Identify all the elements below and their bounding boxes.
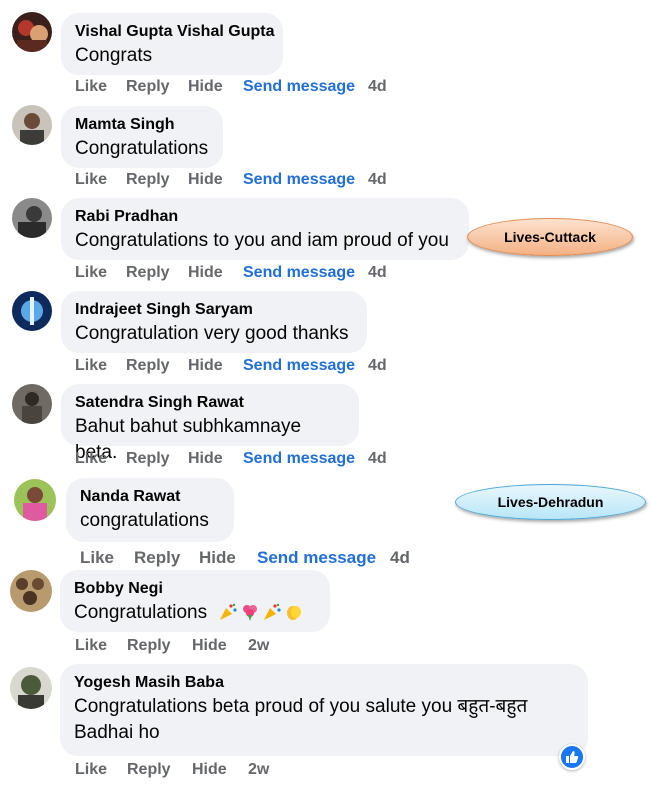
like-link[interactable]: Like xyxy=(75,357,107,375)
flower-bouquet-icon xyxy=(243,605,258,621)
like-link[interactable]: Like xyxy=(75,264,107,282)
comment-author[interactable]: Yogesh Masih Baba xyxy=(74,672,574,693)
comment-author[interactable]: Mamta Singh xyxy=(75,114,209,135)
avatar-image xyxy=(10,570,52,612)
like-link[interactable]: Like xyxy=(75,78,107,96)
avatar[interactable] xyxy=(12,12,52,52)
send-message-link[interactable]: Send message xyxy=(243,78,355,96)
callout-label: Lives-Cuttack xyxy=(504,229,596,245)
like-link[interactable]: Like xyxy=(75,450,107,468)
party-popper-icon xyxy=(264,603,281,620)
avatar-image xyxy=(12,384,52,424)
like-link[interactable]: Like xyxy=(75,637,107,655)
avatar-image xyxy=(14,479,56,521)
party-popper-icon xyxy=(220,603,237,620)
timestamp[interactable]: 2w xyxy=(248,637,269,655)
reply-link[interactable]: Reply xyxy=(126,171,170,189)
comment-text-body: Congratulations xyxy=(74,602,208,623)
like-link[interactable]: Like xyxy=(75,171,107,189)
comment-bubble: Vishal Gupta Vishal Gupta Congrats xyxy=(61,13,283,75)
reply-link[interactable]: Reply xyxy=(127,637,171,655)
timestamp[interactable]: 4d xyxy=(368,357,387,375)
hide-link[interactable]: Hide xyxy=(192,637,227,655)
avatar[interactable] xyxy=(14,479,56,521)
callout-label: Lives-Dehradun xyxy=(497,494,604,510)
timestamp[interactable]: 4d xyxy=(368,450,387,468)
timestamp[interactable]: 4d xyxy=(368,264,387,282)
hide-link[interactable]: Hide xyxy=(199,548,236,568)
avatar[interactable] xyxy=(10,570,52,612)
reply-link[interactable]: Reply xyxy=(126,450,170,468)
hide-link[interactable]: Hide xyxy=(188,357,223,375)
comment-text: Congratulation very good thanks xyxy=(75,323,349,344)
timestamp[interactable]: 4d xyxy=(390,548,410,568)
emoji-group xyxy=(218,602,304,622)
comment-text: Congratulations to you and iam proud of … xyxy=(75,230,449,251)
avatar-image xyxy=(12,105,52,145)
comment-text: Congratulations xyxy=(75,138,209,159)
comment-bubble: Yogesh Masih Baba Congratulations beta p… xyxy=(60,664,588,756)
avatar[interactable] xyxy=(12,291,52,331)
timestamp[interactable]: 4d xyxy=(368,171,387,189)
like-reaction-badge[interactable] xyxy=(559,744,585,770)
avatar-image xyxy=(12,12,52,52)
avatar[interactable] xyxy=(12,105,52,145)
reply-link[interactable]: Reply xyxy=(134,548,180,568)
send-message-link[interactable]: Send message xyxy=(243,450,355,468)
comment-bubble: Satendra Singh Rawat Bahut bahut subhkam… xyxy=(61,384,359,463)
hide-link[interactable]: Hide xyxy=(188,264,223,282)
comment-text: Congratulations xyxy=(74,600,316,626)
comment-author[interactable]: Bobby Negi xyxy=(74,578,316,599)
comment-text: congratulations xyxy=(80,510,209,531)
timestamp[interactable]: 4d xyxy=(368,78,387,96)
comment-author[interactable]: Indrajeet Singh Saryam xyxy=(75,299,353,320)
send-message-link[interactable]: Send message xyxy=(243,357,355,375)
comment-bubble: Nanda Rawat congratulations xyxy=(66,478,234,542)
hide-link[interactable]: Hide xyxy=(188,171,223,189)
avatar-image xyxy=(12,198,52,238)
comment-author[interactable]: Vishal Gupta Vishal Gupta xyxy=(75,21,274,42)
reply-link[interactable]: Reply xyxy=(126,264,170,282)
timestamp[interactable]: 2w xyxy=(248,761,269,779)
avatar-image xyxy=(10,667,52,709)
like-link[interactable]: Like xyxy=(75,761,107,779)
comment-text: Congrats xyxy=(75,45,153,66)
send-message-link[interactable]: Send message xyxy=(257,548,376,568)
reply-link[interactable]: Reply xyxy=(126,357,170,375)
hide-link[interactable]: Hide xyxy=(188,78,223,96)
like-link[interactable]: Like xyxy=(80,548,114,568)
send-message-link[interactable]: Send message xyxy=(243,171,355,189)
hide-link[interactable]: Hide xyxy=(188,450,223,468)
comment-author[interactable]: Nanda Rawat xyxy=(80,486,220,507)
comment-author[interactable]: Rabi Pradhan xyxy=(75,206,455,227)
avatar[interactable] xyxy=(10,667,52,709)
avatar[interactable] xyxy=(12,198,52,238)
avatar-image xyxy=(12,291,52,331)
avatar[interactable] xyxy=(12,384,52,424)
reply-link[interactable]: Reply xyxy=(126,78,170,96)
comment-bubble: Mamta Singh Congratulations xyxy=(61,106,223,168)
send-message-link[interactable]: Send message xyxy=(243,264,355,282)
location-callout-cuttack: Lives-Cuttack xyxy=(467,218,633,256)
comment-bubble: Rabi Pradhan Congratulations to you and … xyxy=(61,198,469,260)
comment-text: Congratulations beta proud of you salute… xyxy=(74,696,528,743)
reply-link[interactable]: Reply xyxy=(127,761,171,779)
clapping-hands-icon xyxy=(287,606,302,620)
thumbs-up-icon xyxy=(566,751,579,763)
hide-link[interactable]: Hide xyxy=(192,761,227,779)
location-callout-dehradun: Lives-Dehradun xyxy=(455,484,646,520)
comment-bubble: Bobby Negi Congratulations xyxy=(60,570,330,632)
comment-author[interactable]: Satendra Singh Rawat xyxy=(75,392,345,413)
comment-bubble: Indrajeet Singh Saryam Congratulation ve… xyxy=(61,291,367,353)
